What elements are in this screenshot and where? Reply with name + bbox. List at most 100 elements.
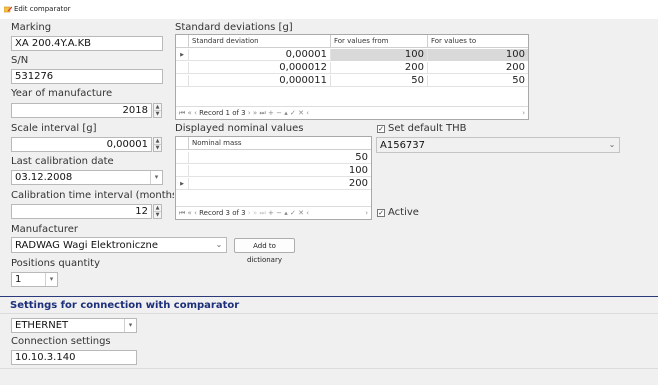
table-cell[interactable]: 50 — [188, 152, 371, 164]
scroll-left-icon[interactable]: ‹ — [306, 109, 309, 117]
table-row[interactable]: 0,000012 200 200 — [176, 62, 528, 74]
table-cell[interactable]: 100 — [427, 49, 528, 61]
bottom-bar — [0, 368, 658, 385]
year-label: Year of manufacture — [11, 88, 113, 99]
next-page-icon[interactable]: » — [253, 109, 257, 117]
window-title: Edit comparator — [14, 5, 71, 13]
cancel-icon[interactable]: ✕ — [298, 109, 304, 117]
scroll-right-icon[interactable]: › — [365, 207, 368, 219]
last-record-icon[interactable]: ⏭ — [259, 109, 265, 117]
std-dev-header: Standard deviation For values from For v… — [176, 35, 528, 48]
calib-interval-input[interactable]: 12 — [11, 204, 152, 219]
connection-settings-input[interactable]: 10.10.3.140 — [11, 350, 137, 365]
add-to-dictionary-button[interactable]: Add to dictionary — [234, 238, 295, 264]
row-pointer-icon: ▶ — [180, 52, 184, 58]
nominal-navigator: ⏮ « ‹ Record 3 of 3 › » ⏭ + − ▴ ✓ ✕ ‹ › — [176, 206, 371, 219]
check-icon[interactable]: ✓ — [290, 109, 296, 117]
table-cell[interactable]: 100 — [188, 165, 371, 177]
table-cell[interactable]: 200 — [427, 62, 528, 74]
table-row[interactable]: ▶ 0,00001 100 100 — [176, 49, 528, 61]
std-dev-navigator: ⏮ « ‹ Record 1 of 3 › » ⏭ + − ▴ ✓ ✕ ‹ › — [176, 106, 528, 119]
table-row[interactable]: 0,000011 50 50 — [176, 75, 528, 87]
table-row[interactable]: 50 — [176, 152, 371, 164]
sn-label: S/N — [11, 55, 29, 66]
window-titlebar: Edit comparator — [0, 0, 658, 19]
year-input[interactable]: 2018 — [11, 103, 152, 118]
edit-record-icon[interactable]: ▴ — [284, 209, 288, 217]
check-icon[interactable]: ✓ — [290, 209, 296, 217]
calib-date-label: Last calibration date — [11, 156, 114, 167]
positions-label: Positions quantity — [11, 258, 101, 269]
column-header[interactable]: Nominal mass — [188, 137, 371, 150]
checkmark-icon: ✓ — [378, 209, 384, 217]
scale-label: Scale interval [g] — [11, 123, 97, 134]
first-record-icon[interactable]: ⏮ — [179, 209, 185, 217]
add-record-icon[interactable]: + — [268, 209, 274, 217]
column-header[interactable]: For values from — [330, 35, 427, 48]
row-pointer-icon: ▶ — [180, 181, 184, 187]
set-default-thb-checkbox[interactable]: ✓ — [377, 125, 385, 133]
table-row[interactable]: 100 — [176, 165, 371, 177]
prev-page-icon[interactable]: « — [188, 209, 192, 217]
spin-down-icon[interactable]: ▼ — [154, 111, 161, 118]
edit-window-icon — [4, 6, 12, 13]
edit-record-icon[interactable]: ▴ — [284, 109, 288, 117]
scale-spinner[interactable]: ▲ ▼ — [153, 137, 162, 152]
nominal-grid[interactable]: Nominal mass 50 100 ▶ 200 ⏮ « ‹ Record 3… — [175, 136, 372, 220]
table-cell[interactable]: 100 — [330, 49, 427, 61]
last-record-icon[interactable]: ⏭ — [259, 209, 265, 217]
thb-select[interactable]: A156737 — [376, 137, 620, 153]
table-cell[interactable]: 50 — [427, 75, 528, 87]
table-row[interactable]: ▶ 200 — [176, 178, 371, 190]
add-record-icon[interactable]: + — [268, 109, 274, 117]
table-cell[interactable]: 200 — [188, 178, 371, 190]
scale-input[interactable]: 0,00001 — [11, 137, 152, 152]
checkmark-icon: ✓ — [378, 125, 384, 133]
table-cell[interactable]: 0,000012 — [188, 62, 330, 74]
nominal-title: Displayed nominal values — [175, 123, 304, 134]
spin-down-icon[interactable]: ▼ — [154, 145, 161, 152]
delete-record-icon[interactable]: − — [276, 209, 282, 217]
set-default-thb-label: Set default THB — [388, 123, 467, 134]
scroll-right-icon[interactable]: › — [522, 107, 525, 119]
prev-record-icon[interactable]: ‹ — [194, 209, 197, 217]
connection-settings-label: Connection settings — [11, 336, 111, 347]
chevron-down-icon[interactable]: ⌄ — [213, 238, 225, 252]
table-cell[interactable]: 50 — [330, 75, 427, 87]
column-header[interactable]: Standard deviation — [188, 35, 330, 48]
chevron-down-icon[interactable]: ▾ — [124, 319, 136, 332]
chevron-down-icon[interactable]: ▾ — [150, 171, 162, 184]
connection-type-select[interactable]: ETHERNET — [11, 318, 137, 333]
scroll-left-icon[interactable]: ‹ — [306, 209, 309, 217]
calib-interval-label: Calibration time interval (months quanti… — [11, 190, 174, 201]
record-indicator: Record 1 of 3 — [199, 109, 246, 117]
next-page-icon[interactable]: » — [253, 209, 257, 217]
active-checkbox[interactable]: ✓ — [377, 209, 385, 217]
record-indicator: Record 3 of 3 — [199, 209, 246, 217]
first-record-icon[interactable]: ⏮ — [179, 109, 185, 117]
cancel-icon[interactable]: ✕ — [298, 209, 304, 217]
column-header[interactable]: For values to — [427, 35, 528, 48]
manufacturer-select[interactable]: RADWAG Wagi Elektroniczne — [11, 237, 227, 253]
year-spinner[interactable]: ▲ ▼ — [153, 103, 162, 118]
delete-record-icon[interactable]: − — [276, 109, 282, 117]
spin-down-icon[interactable]: ▼ — [154, 212, 161, 219]
chevron-down-icon[interactable]: ▾ — [45, 273, 57, 286]
marking-label: Marking — [11, 22, 52, 33]
prev-page-icon[interactable]: « — [188, 109, 192, 117]
connection-section-header: Settings for connection with comparator — [0, 296, 658, 314]
calib-interval-spinner[interactable]: ▲ ▼ — [153, 204, 162, 219]
table-cell[interactable]: 0,00001 — [188, 49, 330, 61]
next-record-icon[interactable]: › — [248, 209, 251, 217]
calib-date-input[interactable]: 03.12.2008 — [11, 170, 163, 185]
prev-record-icon[interactable]: ‹ — [194, 109, 197, 117]
std-dev-grid[interactable]: Standard deviation For values from For v… — [175, 34, 529, 120]
table-cell[interactable]: 200 — [330, 62, 427, 74]
chevron-down-icon[interactable]: ⌄ — [606, 138, 618, 152]
marking-input[interactable]: XA 200.4Y.A.KB — [11, 36, 163, 51]
active-label: Active — [388, 207, 419, 218]
table-cell[interactable]: 0,000011 — [188, 75, 330, 87]
sn-input[interactable]: 531276 — [11, 69, 163, 84]
next-record-icon[interactable]: › — [248, 109, 251, 117]
std-dev-title: Standard deviations [g] — [175, 22, 293, 33]
